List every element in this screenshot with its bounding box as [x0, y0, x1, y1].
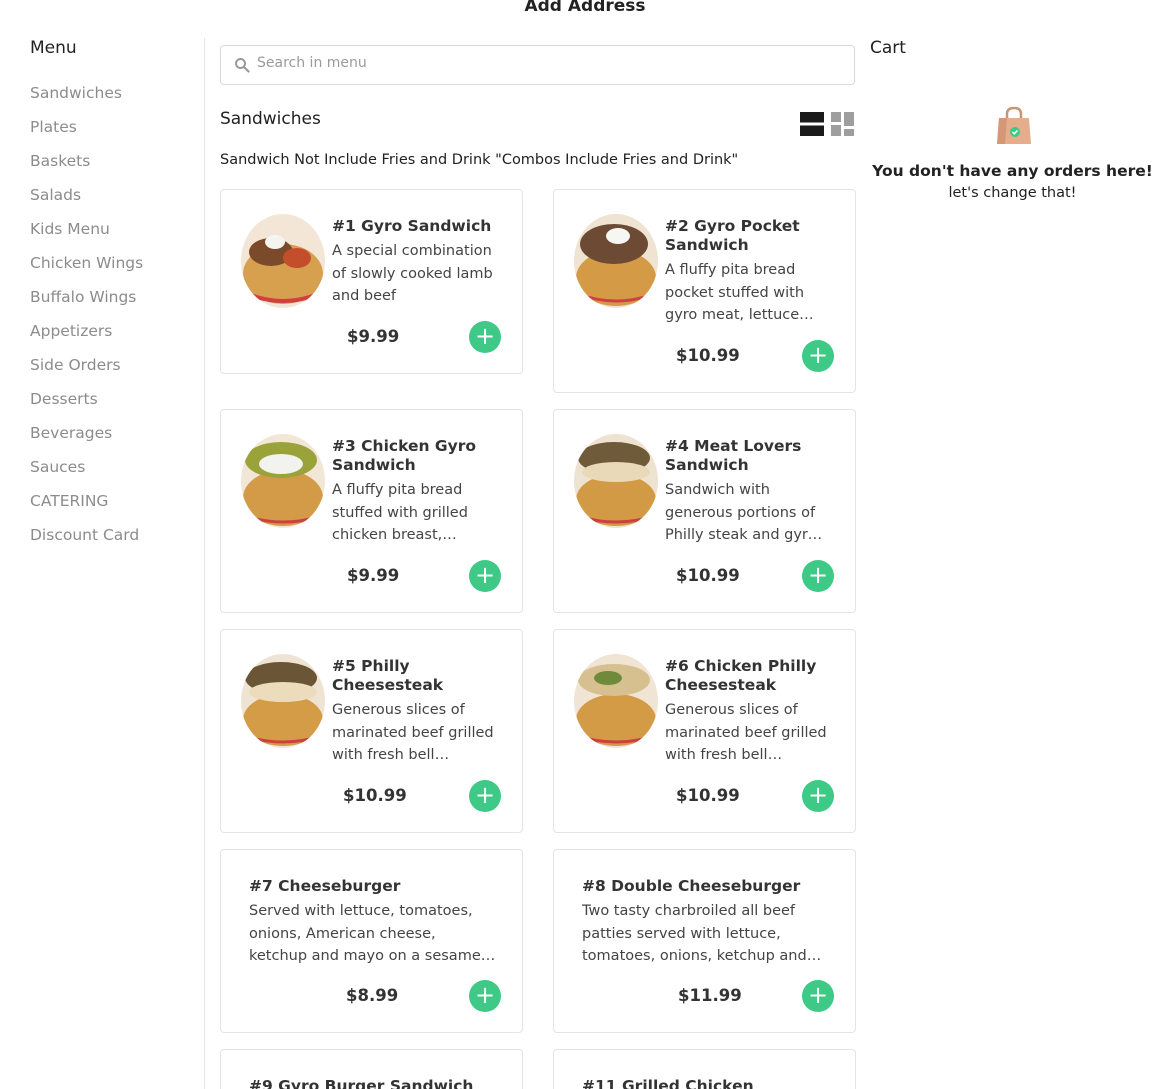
product-description: A fluffy pita bread pocket stuffed with … — [665, 262, 805, 323]
menu-item-buffalo-wings[interactable]: Buffalo Wings — [30, 288, 143, 322]
menu-item-salads[interactable]: Salads — [30, 186, 143, 220]
product-image — [574, 654, 658, 748]
add-to-cart-button[interactable]: + — [469, 321, 501, 353]
product-name: #7 Cheeseburger — [249, 877, 401, 895]
product-card[interactable]: #5 Philly Cheesesteak Generous slices of… — [220, 629, 523, 833]
menu-content: Sandwiches Sandwich Not Include Fries an… — [220, 0, 856, 1089]
product-price: $9.99 — [347, 566, 400, 585]
menu-item-kids-menu[interactable]: Kids Menu — [30, 220, 143, 254]
product-description: Two tasty charbroiled all beef patties s… — [582, 903, 807, 964]
product-card[interactable]: #3 Chicken Gyro Sandwich A fluffy pita b… — [220, 409, 523, 613]
grid-view-icon[interactable] — [831, 112, 854, 140]
menu-category-list: Sandwiches Plates Baskets Salads Kids Me… — [30, 84, 143, 560]
product-price: $10.99 — [676, 786, 740, 805]
section-description: Sandwich Not Include Fries and Drink "Co… — [220, 152, 739, 168]
product-name: #5 Philly Cheesesteak — [332, 657, 444, 694]
menu-sidebar: Menu Sandwiches Plates Baskets Salads Ki… — [0, 38, 205, 1089]
empty-cart-subtitle: let's change that! — [948, 185, 1077, 201]
empty-cart-title: You don't have any orders here! — [872, 162, 1153, 180]
product-price: $10.99 — [343, 786, 407, 805]
add-to-cart-button[interactable]: + — [469, 980, 501, 1012]
menu-item-desserts[interactable]: Desserts — [30, 390, 143, 424]
product-price: $10.99 — [676, 566, 740, 585]
cart-title: Cart — [870, 38, 906, 58]
product-card[interactable]: #4 Meat Lovers Sandwich Sandwich with ge… — [553, 409, 856, 613]
shopping-bag-icon — [995, 106, 1033, 150]
menu-item-sauces[interactable]: Sauces — [30, 458, 143, 492]
product-image — [574, 214, 658, 308]
product-name: #2 Gyro Pocket Sandwich — [665, 217, 800, 254]
menu-title: Menu — [30, 38, 77, 58]
product-card[interactable]: #9 Gyro Burger Sandwich — [220, 1049, 523, 1089]
section-title: Sandwiches — [220, 109, 321, 129]
product-name: #1 Gyro Sandwich — [332, 217, 492, 235]
search-box[interactable] — [220, 45, 855, 85]
list-view-icon[interactable] — [800, 112, 824, 140]
view-toggle — [800, 112, 856, 136]
menu-item-beverages[interactable]: Beverages — [30, 424, 143, 458]
product-card[interactable]: #6 Chicken Philly Cheesesteak Generous s… — [553, 629, 856, 833]
product-description: Sandwich with generous portions of Phill… — [665, 482, 817, 543]
add-to-cart-button[interactable]: + — [469, 780, 501, 812]
product-image — [241, 214, 325, 308]
add-to-cart-button[interactable]: + — [469, 560, 501, 592]
add-to-cart-button[interactable]: + — [802, 980, 834, 1012]
product-price: $11.99 — [678, 986, 742, 1005]
product-description: Generous slices of marinated beef grille… — [665, 702, 827, 763]
product-card[interactable]: #1 Gyro Sandwich A special combination o… — [220, 189, 523, 374]
menu-item-appetizers[interactable]: Appetizers — [30, 322, 143, 356]
search-icon — [234, 57, 250, 77]
product-card[interactable]: #8 Double Cheeseburger Two tasty charbro… — [553, 849, 856, 1033]
product-name: #3 Chicken Gyro Sandwich — [332, 437, 477, 474]
product-description: A special combination of slowly cooked l… — [332, 243, 493, 304]
add-to-cart-button[interactable]: + — [802, 780, 834, 812]
menu-item-plates[interactable]: Plates — [30, 118, 143, 152]
menu-item-discount-card[interactable]: Discount Card — [30, 526, 143, 560]
menu-item-baskets[interactable]: Baskets — [30, 152, 143, 186]
product-name: #8 Double Cheeseburger — [582, 877, 801, 895]
add-to-cart-button[interactable]: + — [802, 340, 834, 372]
product-image — [241, 434, 325, 528]
product-name: #6 Chicken Philly Cheesesteak — [665, 657, 817, 694]
product-card[interactable]: #7 Cheeseburger Served with lettuce, tom… — [220, 849, 523, 1033]
product-name: #11 Grilled Chicken — [582, 1077, 754, 1089]
product-name: #9 Gyro Burger Sandwich — [249, 1077, 474, 1089]
product-image — [574, 434, 658, 528]
menu-item-side-orders[interactable]: Side Orders — [30, 356, 143, 390]
product-card[interactable]: #11 Grilled Chicken — [553, 1049, 856, 1089]
product-description: Served with lettuce, tomatoes, onions, A… — [249, 903, 481, 964]
search-input[interactable] — [257, 55, 817, 71]
product-name: #4 Meat Lovers Sandwich — [665, 437, 802, 474]
product-price: $9.99 — [347, 327, 400, 346]
menu-item-catering[interactable]: CATERING — [30, 492, 143, 526]
product-description: A fluffy pita bread stuffed with grilled… — [332, 482, 468, 543]
product-price: $8.99 — [346, 986, 399, 1005]
cart-panel: Cart You don't have any orders here! let… — [870, 38, 1170, 201]
product-description: Generous slices of marinated beef grille… — [332, 702, 494, 763]
product-price: $10.99 — [676, 346, 740, 365]
product-image — [241, 654, 325, 748]
menu-item-sandwiches[interactable]: Sandwiches — [30, 84, 143, 118]
product-card[interactable]: #2 Gyro Pocket Sandwich A fluffy pita br… — [553, 189, 856, 393]
add-to-cart-button[interactable]: + — [802, 560, 834, 592]
menu-item-chicken-wings[interactable]: Chicken Wings — [30, 254, 143, 288]
